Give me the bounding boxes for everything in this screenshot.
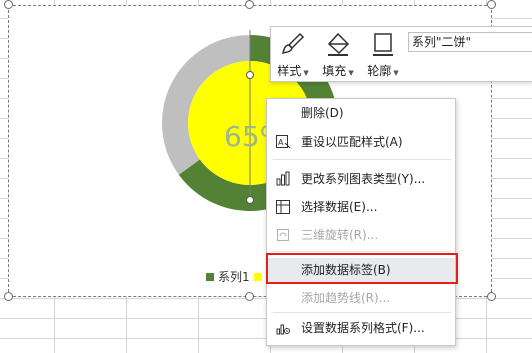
menu-item-3d-rotation[interactable]: 三维旋转(R)...	[267, 223, 455, 247]
highlight-annotation-box	[266, 253, 458, 284]
menu-divider	[273, 312, 451, 313]
chevron-down-icon: ▼	[391, 69, 399, 77]
menu-item-add-trendline[interactable]: 添加趋势线(R)...	[267, 286, 455, 310]
menu-item-label: 删除(D)	[301, 106, 344, 120]
menu-divider	[273, 159, 451, 160]
legend-swatch	[206, 272, 214, 281]
chevron-down-icon: ▼	[346, 69, 354, 77]
outline-button[interactable]: 轮廓 ▼	[363, 31, 403, 79]
menu-item-label: 选择数据(E)...	[301, 200, 378, 214]
chevron-down-icon: ▼	[301, 69, 309, 77]
selection-point[interactable]	[246, 196, 254, 204]
menu-item-label: 设置数据系列格式(F)...	[301, 321, 425, 335]
fill-button[interactable]: 填充 ▼	[318, 31, 358, 79]
fill-label: 填充	[322, 64, 347, 78]
style-button[interactable]: 样式 ▼	[273, 31, 313, 79]
menu-item-delete[interactable]: 删除(D)	[267, 101, 455, 125]
bar-chart-icon	[276, 171, 290, 186]
menu-divider	[273, 251, 451, 252]
menu-item-label: 重设以匹配样式(A)	[301, 135, 403, 149]
menu-item-change-chart-type[interactable]: 更改系列图表类型(Y)...	[267, 167, 455, 191]
menu-item-format-series[interactable]: 设置数据系列格式(F)...	[267, 316, 455, 340]
chart-legend[interactable]: 系列1	[206, 268, 262, 285]
select-data-icon	[276, 200, 290, 214]
outline-square-icon	[373, 33, 393, 56]
legend-swatch	[253, 272, 262, 281]
selection-point[interactable]	[246, 71, 254, 79]
format-series-icon	[276, 324, 290, 335]
series-select[interactable]: 系列"二饼"	[408, 32, 532, 52]
legend-label: 系列1	[218, 270, 250, 284]
menu-item-reset-style[interactable]: A 重设以匹配样式(A)	[267, 130, 455, 154]
menu-item-label: 三维旋转(R)...	[301, 228, 379, 242]
outline-label: 轮廓	[367, 64, 392, 78]
brush-icon	[281, 32, 305, 55]
context-menu: 删除(D) A 重设以匹配样式(A) 更改系列图表类型(Y)... 选择数据(E…	[266, 98, 456, 346]
menu-item-label: 更改系列图表类型(Y)...	[301, 172, 426, 186]
paint-bucket-icon	[327, 32, 350, 56]
menu-item-label: 添加趋势线(R)...	[301, 291, 391, 305]
menu-item-select-data[interactable]: 选择数据(E)...	[267, 195, 455, 219]
style-label: 样式	[277, 64, 302, 78]
reset-style-icon: A	[276, 135, 291, 149]
rotate-3d-icon	[277, 229, 289, 241]
chart-floating-toolbar: 样式 ▼ 填充 ▼ 轮廓 ▼ 系列"二饼"	[270, 26, 532, 82]
svg-text:A: A	[278, 138, 284, 147]
